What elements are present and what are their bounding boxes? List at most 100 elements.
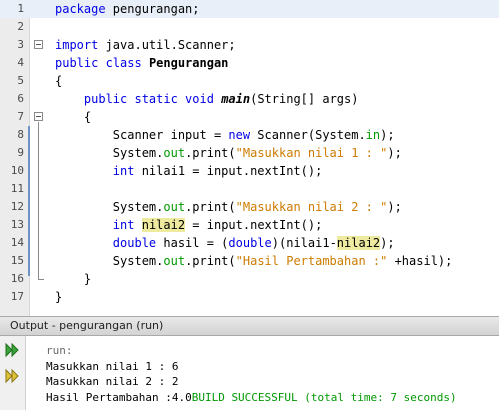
code-line[interactable]: 15 System.out.print("Hasil Pertambahan :… — [0, 252, 499, 270]
code-token: .print( — [185, 254, 236, 268]
output-line-run: run: — [46, 344, 73, 357]
code-token: new — [228, 128, 251, 142]
line-number: 16 — [10, 272, 24, 285]
highlighted-token: nilai2 — [336, 236, 381, 250]
code-text: { — [55, 108, 91, 126]
code-line[interactable]: 9 System.out.print("Masukkan nilai 1 : "… — [0, 144, 499, 162]
code-token: nilai1 = input.nextInt(); — [134, 164, 323, 178]
output-panel-title: Output - pengurangan (run) — [10, 319, 164, 332]
code-token: java.util.Scanner; — [98, 38, 236, 52]
code-token: main — [221, 92, 251, 106]
line-number: 3 — [17, 38, 24, 51]
code-token: out — [163, 200, 186, 214]
line-number: 13 — [10, 218, 24, 231]
line-number: 4 — [17, 56, 24, 69]
fold-guide-end — [38, 279, 44, 280]
code-text: System.out.print("Masukkan nilai 1 : "); — [55, 144, 402, 162]
code-line[interactable]: 16 } — [0, 270, 499, 288]
code-token: "Hasil Pertambahan :" — [235, 254, 388, 268]
code-text: System.out.print("Hasil Pertambahan :" +… — [55, 252, 453, 270]
code-token: "Masukkan nilai 2 : " — [235, 200, 388, 214]
code-token: } — [55, 272, 92, 286]
code-text: import java.util.Scanner; — [55, 36, 236, 54]
output-panel: run: Masukkan nilai 1 : 6 Masukkan nilai… — [0, 336, 499, 410]
line-number: 5 — [17, 74, 24, 87]
code-token: Scanner input = — [55, 128, 229, 142]
code-line[interactable]: 13 int nilai2 = input.nextInt(); — [0, 216, 499, 234]
code-line[interactable]: 6 public static void main(String[] args) — [0, 90, 499, 108]
code-token: int — [112, 164, 135, 178]
code-token: out — [163, 254, 186, 268]
code-token: { — [55, 110, 92, 124]
code-line[interactable]: 7 { — [0, 108, 499, 126]
line-number: 2 — [17, 20, 24, 33]
code-line[interactable]: 2 — [0, 18, 499, 36]
code-text: Scanner input = new Scanner(System.in); — [55, 126, 395, 144]
code-token: System. — [55, 200, 164, 214]
code-text: } — [55, 270, 91, 288]
code-line[interactable]: 12 System.out.print("Masukkan nilai 2 : … — [0, 198, 499, 216]
code-text: int nilai2 = input.nextInt(); — [55, 216, 322, 234]
code-token: )(nilai1- — [271, 236, 337, 250]
code-token: "Masukkan nilai 1 : " — [235, 146, 388, 160]
method-scope-bar — [28, 126, 30, 276]
code-text: public class Pengurangan — [55, 54, 228, 72]
line-number: 15 — [10, 254, 24, 267]
code-line[interactable]: 8 Scanner input = new Scanner(System.in)… — [0, 126, 499, 144]
code-text: int nilai1 = input.nextInt(); — [55, 162, 323, 180]
output-line-input-2: Masukkan nilai 2 : 2 — [46, 375, 179, 388]
highlighted-token: nilai2 — [141, 218, 186, 232]
code-token: package — [55, 2, 106, 16]
output-panel-tab[interactable]: Output - pengurangan (run) — [0, 316, 499, 336]
line-number: 12 — [10, 200, 24, 213]
code-text: { — [55, 72, 62, 90]
code-line[interactable]: 4 public class Pengurangan — [0, 54, 499, 72]
code-token: { — [55, 74, 63, 88]
code-token: out — [163, 146, 186, 160]
rerun-with-params-icon — [4, 368, 20, 387]
code-token: .print( — [185, 200, 236, 214]
code-line[interactable]: 10 int nilai1 = input.nextInt(); — [0, 162, 499, 180]
rerun-button[interactable] — [3, 342, 21, 360]
code-line[interactable]: 17} — [0, 288, 499, 306]
code-line[interactable]: 1 package pengurangan; — [0, 0, 499, 18]
code-token: ); — [380, 236, 395, 250]
code-token: Pengurangan — [148, 56, 229, 70]
code-token: int — [112, 218, 135, 232]
fold-toggle-class[interactable] — [34, 112, 43, 121]
code-editor[interactable]: 1 package pengurangan; 2 3 import java.util.… — [0, 0, 499, 316]
code-token: hasil = ( — [156, 236, 229, 250]
build-status: BUILD SUCCESSFUL (total time: 7 seconds) — [191, 391, 457, 404]
code-line[interactable]: 5{ — [0, 72, 499, 90]
rerun-icon — [4, 342, 20, 361]
output-toolbar — [0, 336, 26, 410]
code-token: } — [55, 290, 63, 304]
code-text: } — [55, 288, 62, 306]
code-token: Scanner(System. — [250, 128, 366, 142]
line-number: 8 — [17, 128, 24, 141]
code-line[interactable]: 3 import java.util.Scanner; — [0, 36, 499, 54]
code-token: +hasil); — [387, 254, 453, 268]
code-token: System. — [55, 254, 164, 268]
code-line[interactable]: 14 double hasil = (double)(nilai1-nilai2… — [0, 234, 499, 252]
rerun-with-params-button[interactable] — [3, 368, 21, 386]
code-token: import — [55, 38, 99, 52]
line-number: 17 — [10, 290, 24, 303]
line-number: 10 — [10, 164, 24, 177]
code-token: = input.nextInt(); — [185, 218, 323, 232]
code-token: double — [228, 236, 272, 250]
code-token: (String[] args) — [250, 92, 359, 106]
code-token: in — [365, 128, 381, 142]
fold-guide-line — [38, 122, 39, 280]
code-line[interactable]: 11 — [0, 180, 499, 198]
code-token: public static void — [83, 92, 214, 106]
code-token: double — [112, 236, 157, 250]
code-text: public static void main(String[] args) — [55, 90, 359, 108]
code-token: System. — [55, 146, 164, 160]
result-text: Hasil Pertambahan :4.0 — [46, 391, 192, 404]
fold-toggle-imports[interactable] — [34, 40, 43, 49]
line-number: 11 — [10, 182, 24, 195]
line-number: 9 — [17, 146, 24, 159]
